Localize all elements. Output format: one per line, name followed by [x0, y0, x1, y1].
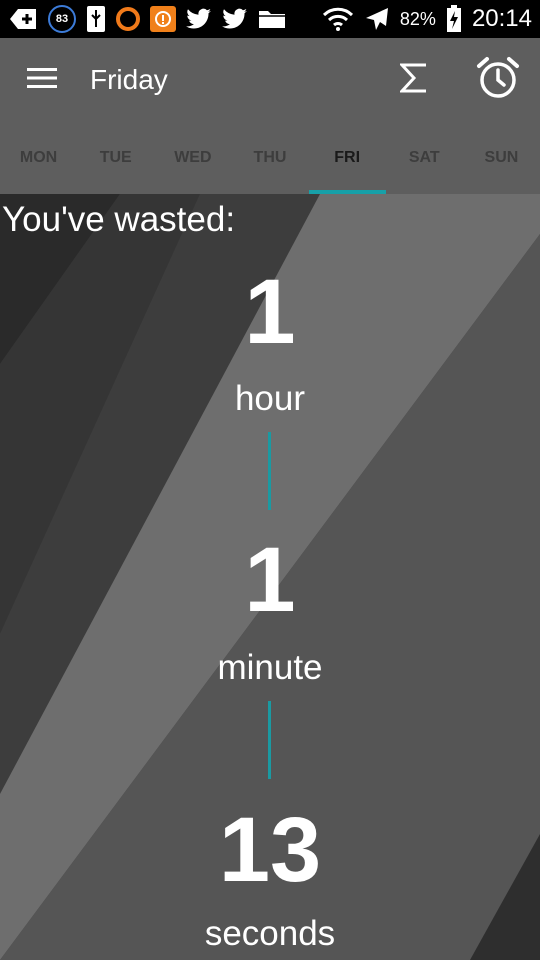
tab-mon[interactable]: MON: [0, 122, 77, 194]
orange-app-icon: [116, 5, 140, 33]
twitter-icon: [186, 5, 212, 33]
hours-value: 1: [244, 261, 296, 363]
folder-icon: [258, 5, 286, 33]
summary-button[interactable]: [372, 38, 456, 122]
tab-thu[interactable]: THU: [231, 122, 308, 194]
tab-tue[interactable]: TUE: [77, 122, 154, 194]
seconds-unit: seconds: [204, 914, 336, 953]
seconds-value: 13: [218, 799, 322, 901]
divider-line: [268, 432, 271, 510]
wasted-time-panel: You've wasted: 1 hour 1 minute 13 second…: [0, 194, 540, 960]
status-right: 82% 20:14: [322, 5, 532, 33]
hours-unit: hour: [234, 379, 306, 418]
notification-count-badge: 83: [48, 5, 76, 33]
battery-charging-icon: [446, 5, 462, 33]
wifi-icon: [322, 5, 354, 33]
airplane-mode-icon: [364, 5, 390, 33]
usb-icon: [86, 5, 106, 33]
alarm-clock-icon: [476, 56, 520, 105]
tab-fri[interactable]: FRI: [308, 122, 386, 194]
alarm-button[interactable]: [456, 38, 540, 122]
info-app-icon: [150, 5, 176, 33]
menu-button[interactable]: [0, 38, 84, 122]
battery-percent: 82%: [399, 8, 436, 29]
app-toolbar: Friday: [0, 38, 540, 122]
minutes-value: 1: [244, 529, 296, 631]
status-clock: 20:14: [471, 5, 532, 32]
tab-sun[interactable]: SUN: [463, 122, 540, 194]
minutes-unit: minute: [217, 648, 323, 687]
status-left: 83: [8, 5, 286, 33]
divider-line: [268, 701, 271, 779]
tab-sat[interactable]: SAT: [386, 122, 463, 194]
sigma-icon: [398, 63, 428, 98]
day-tabs: MON TUE WED THU FRI SAT SUN: [0, 122, 540, 194]
page-title: Friday: [90, 64, 168, 95]
twitter-icon: [222, 5, 248, 33]
status-bar: 83 82% 20:14: [0, 0, 540, 38]
hamburger-menu-icon: [27, 67, 57, 94]
tab-wed[interactable]: WED: [154, 122, 231, 194]
wasted-heading: You've wasted:: [2, 200, 236, 239]
add-notification-icon: [8, 5, 38, 33]
